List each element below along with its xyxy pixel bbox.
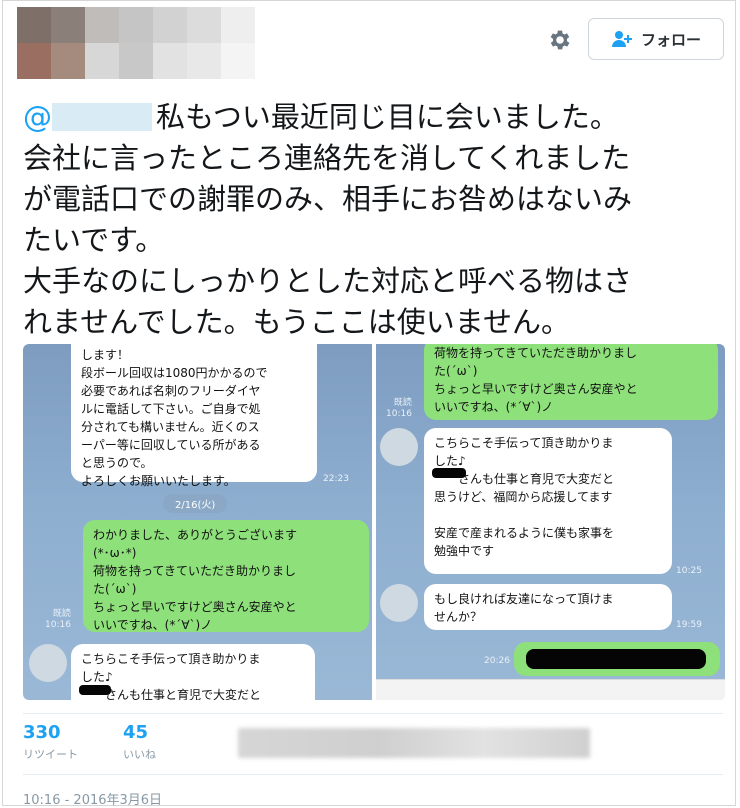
redacted-username bbox=[52, 103, 152, 131]
avatar-pixel bbox=[221, 7, 255, 43]
avatar-pixel bbox=[85, 7, 119, 43]
follow-button[interactable]: フォロー bbox=[588, 18, 724, 60]
read-receipt: 既読 10:16 bbox=[386, 398, 412, 419]
follow-label: フォロー bbox=[640, 30, 701, 49]
message-time: 20:26 bbox=[484, 656, 510, 666]
liker-avatars-redacted bbox=[238, 728, 590, 758]
chat-bubble-sent: 荷物を持ってきていただき助かりまし た(ˊωˋ) ちょっと早いですけど奥さん安産… bbox=[424, 344, 718, 420]
like-count: 45 bbox=[123, 722, 149, 743]
chat-bubble: もし良ければ友達になって頂けま せんか？ bbox=[424, 584, 672, 630]
avatar-pixel bbox=[187, 43, 221, 79]
like-label: いいね bbox=[123, 748, 156, 761]
tweet-line: 会社に言ったところ連絡先を消してくれました bbox=[23, 141, 631, 175]
redaction bbox=[526, 649, 706, 669]
tweet-text: @ 私もつい最近同じ目に会いました。 会社に言ったところ連絡先を消してくれました … bbox=[23, 97, 723, 343]
avatar-pixel bbox=[17, 43, 51, 79]
chat-bubble-sent: わかりました、ありがとうございます (*･ω･*) 荷物を持ってきていただき助か… bbox=[83, 520, 369, 632]
avatar-pixel bbox=[51, 43, 85, 79]
avatar-pixel bbox=[119, 7, 153, 43]
tweet-media[interactable]: します！ 段ボール回収は1080円かかるので 必要であれば名刺のフリーダイヤ ル… bbox=[23, 344, 725, 700]
retweet-stat[interactable]: 330 リツイート bbox=[23, 722, 78, 762]
chat-bubble: します！ 段ボール回収は1080円かかるので 必要であれば名刺のフリーダイヤ ル… bbox=[71, 344, 317, 488]
avatar[interactable] bbox=[17, 7, 255, 79]
gear-icon[interactable] bbox=[547, 27, 573, 53]
message-time: 19:59 bbox=[676, 620, 702, 630]
tweet-line: れませんでした。もうここは使いません。 bbox=[23, 305, 570, 339]
chat-screenshot-left[interactable]: します！ 段ボール回収は1080円かかるので 必要であれば名刺のフリーダイヤ ル… bbox=[23, 344, 372, 700]
avatar-pixel bbox=[119, 43, 153, 79]
date-chip: 2/16(火) bbox=[163, 494, 228, 513]
tweet-line: が電話口での謝罪のみ、相手にお咎めはないみ bbox=[23, 182, 633, 216]
avatar-pixel bbox=[85, 43, 119, 79]
redaction bbox=[432, 468, 466, 478]
user-avatar bbox=[29, 644, 67, 682]
tweet-timestamp[interactable]: 10:16 - 2016年3月6日 bbox=[23, 789, 162, 808]
chat-screenshot-right[interactable]: 荷物を持ってきていただき助かりまし た(ˊωˋ) ちょっと早いですけど奥さん安産… bbox=[376, 344, 725, 700]
avatar-pixel bbox=[153, 43, 187, 79]
avatar-pixel bbox=[51, 7, 85, 43]
read-receipt: 既読 10:16 bbox=[45, 609, 71, 630]
retweet-count: 330 bbox=[23, 722, 61, 743]
user-avatar bbox=[380, 428, 418, 466]
add-user-icon bbox=[611, 31, 632, 47]
avatar-pixel bbox=[187, 7, 221, 43]
chat-bubble: こちらこそ手伝って頂き助かりま した♪ さんも仕事と育児で大変だと 思うけど、福… bbox=[424, 428, 672, 574]
chat-input-bar bbox=[376, 679, 725, 700]
avatar-pixel bbox=[17, 7, 51, 43]
tweet-line: たいです。 bbox=[23, 223, 165, 257]
like-stat[interactable]: 45 いいね bbox=[123, 722, 156, 762]
message-time: 22:23 bbox=[323, 474, 349, 484]
tweet-card: フォロー @ 私もつい最近同じ目に会いました。 会社に言ったところ連絡先を消してく… bbox=[2, 0, 736, 808]
mention-link[interactable]: @ bbox=[23, 100, 156, 134]
user-avatar bbox=[380, 584, 418, 622]
tweet-stats: 330 リツイート 45 いいね bbox=[23, 713, 723, 775]
message-time: 10:25 bbox=[676, 566, 702, 576]
redaction bbox=[79, 685, 111, 695]
retweet-label: リツイート bbox=[23, 748, 78, 761]
tweet-line: @ 私もつい最近同じ目に会いました。 bbox=[23, 100, 619, 134]
avatar-pixel bbox=[153, 7, 187, 43]
tweet-line: 大手なのにしっかりとした対応と呼べる物はさ bbox=[23, 264, 633, 298]
avatar-pixel bbox=[221, 43, 255, 79]
